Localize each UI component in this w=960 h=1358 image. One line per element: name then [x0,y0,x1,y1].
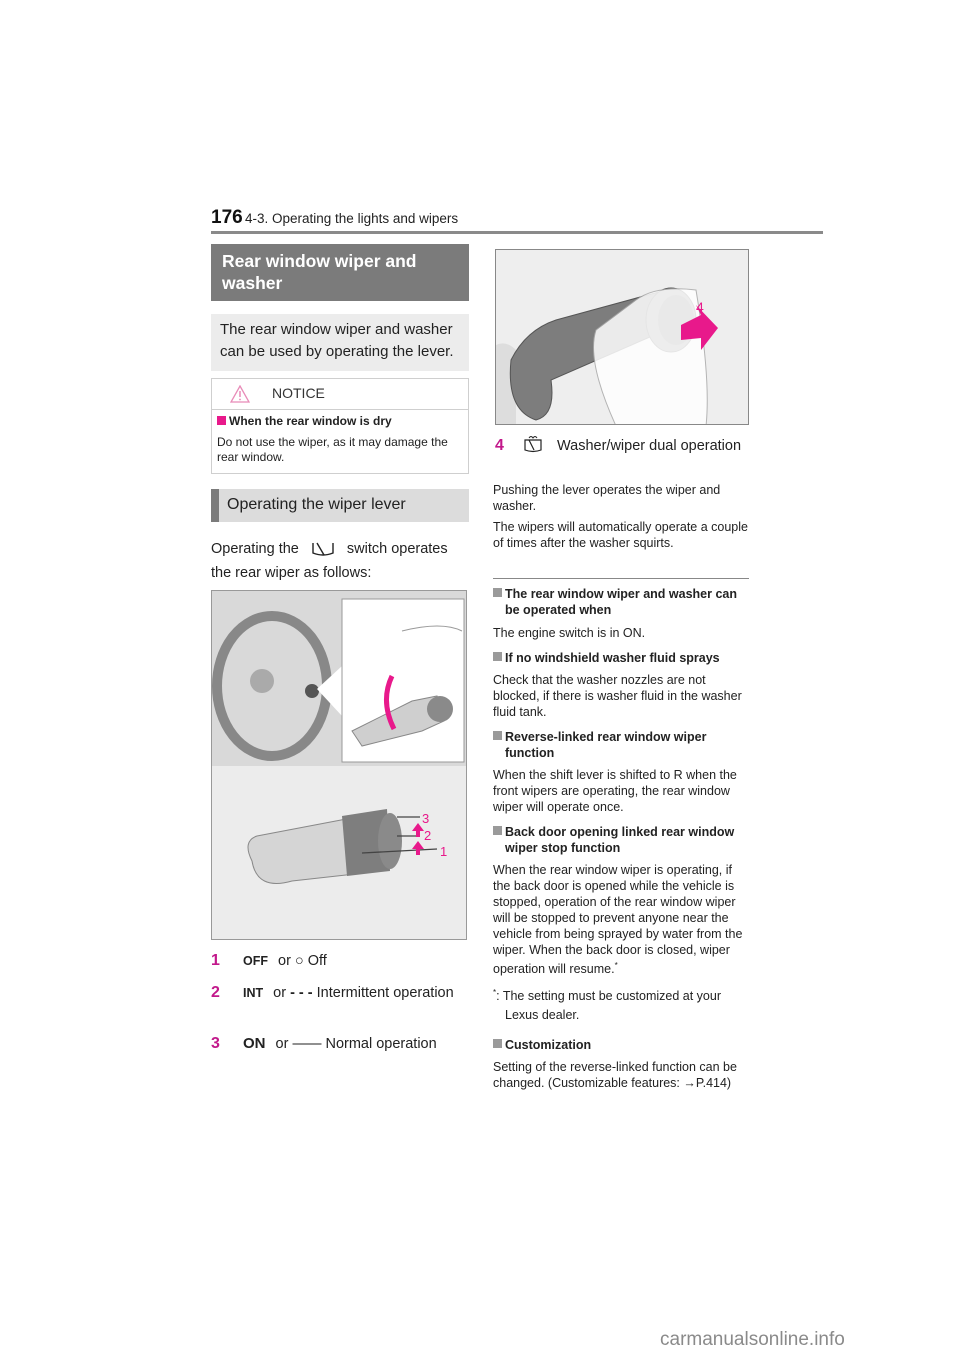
figure-label-4: 4 [696,299,704,315]
dashed-line-icon: - - - [290,985,313,1001]
off-circle-icon: ○ [294,953,304,969]
paragraph-auto: The wipers will automatically operate a … [493,520,748,550]
note-body: Setting of the reverse-linked function c… [493,1060,737,1091]
square-bullet-icon [493,652,502,661]
section-intro: The rear window wiper and washer can be … [211,314,469,371]
warning-icon [230,385,250,403]
square-bullet-icon [217,416,226,425]
square-bullet-icon [493,1039,502,1049]
wiper-lever-illustration: 3 2 1 [211,590,467,940]
notice-body: Do not use the wiper, as it may damage t… [217,435,448,464]
square-bullet-icon [493,588,502,597]
rear-wiper-icon [312,542,334,556]
notes: The rear window wiper and washer can be … [493,586,751,1091]
watermark: carmanualsonline.info [660,1329,845,1350]
chapter-title: 4-3. Operating the lights and wipers [245,211,459,226]
figure-label-3: 3 [422,811,429,826]
footnote: *: The setting must be customized at you… [493,988,722,1023]
note-body: When the shift lever is shifted to R whe… [493,768,737,814]
header-rule [211,231,823,234]
operating-text: Operating the switch operates the rear wi… [211,541,448,581]
square-bullet-icon [493,826,502,835]
subsection-heading: Operating the wiper lever [211,489,469,522]
washer-wiper-icon [524,436,542,453]
notice-box: NOTICE When the rear window is dry Do no… [211,378,469,474]
note-title: Reverse-linked rear window wiper functio… [493,729,751,761]
paragraph-pushing: Pushing the lever operates the wiper and… [493,483,721,513]
note-title: Customization [493,1037,751,1053]
figure-label-1: 1 [440,844,447,859]
divider [493,578,749,579]
note-body: Check that the washer nozzles are not bl… [493,673,742,719]
note-body: The engine switch is in ON. [493,626,646,640]
list-item-off: 1 OFF or ○ Off [211,952,327,969]
washer-lever-illustration: 4 [495,249,749,425]
list-item-on: 3 ON or —— Normal operation [211,1035,437,1052]
note-title: The rear window wiper and washer can be … [493,586,751,618]
square-bullet-icon [493,731,502,740]
list-item-washer: 4 Washer/wiper dual operation [495,436,742,454]
figure-label-2: 2 [424,828,431,843]
notice-label: NOTICE [272,385,325,401]
note-title: If no windshield washer fluid sprays [493,650,751,666]
solid-line-icon: —— [292,1036,322,1052]
notice-subheading: When the rear window is dry [217,414,392,428]
list-item-int: 2 INT or - - - Intermittent operation [211,984,454,1001]
page-number: 176 [211,207,243,228]
note-title: Back door opening linked rear window wip… [493,824,751,856]
note-body: When the rear window wiper is operating,… [493,863,743,977]
notice-header: NOTICE [212,379,468,410]
section-heading: Rear window wiper and washer [211,244,469,301]
